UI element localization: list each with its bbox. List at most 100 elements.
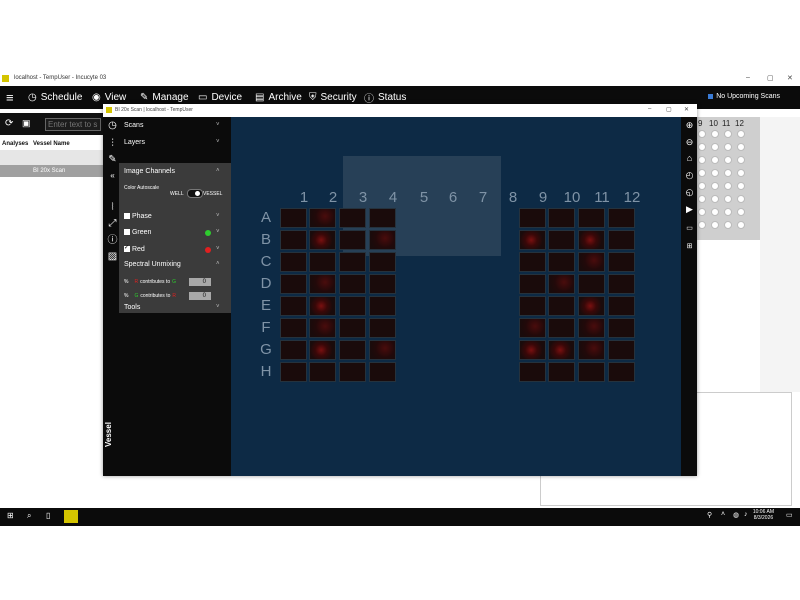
mini-well[interactable] — [698, 169, 706, 177]
mini-well[interactable] — [711, 221, 719, 229]
well-D9[interactable] — [519, 274, 546, 294]
mini-well[interactable] — [724, 130, 732, 138]
well-B4[interactable] — [369, 230, 396, 250]
well-B12[interactable] — [608, 230, 635, 250]
mini-well[interactable] — [737, 156, 745, 164]
close-button[interactable]: ✕ — [787, 74, 793, 82]
well-C2[interactable] — [309, 252, 336, 272]
mini-well[interactable] — [711, 182, 719, 190]
taskbar-search-icon[interactable]: ⌕ — [27, 511, 31, 521]
inner-close-button[interactable]: ✕ — [684, 106, 689, 113]
scale-bar-icon[interactable]: ⊞ — [684, 241, 695, 252]
chevron-down-icon[interactable]: ˅ — [216, 229, 220, 235]
upcoming-scans-status[interactable]: No Upcoming Scans — [708, 93, 780, 100]
chevron-down-icon[interactable]: ˅ — [216, 304, 220, 310]
well-E4[interactable] — [369, 296, 396, 316]
history-back-icon[interactable]: ◵ — [684, 187, 695, 198]
search-input[interactable] — [45, 118, 101, 131]
well-F11[interactable] — [578, 318, 605, 338]
refresh-icon[interactable]: ⟳ — [5, 118, 13, 129]
well-C9[interactable] — [519, 252, 546, 272]
well-B10[interactable] — [548, 230, 575, 250]
mini-well[interactable] — [711, 195, 719, 203]
chevron-up-icon[interactable]: ˄ — [216, 261, 220, 267]
well-G9[interactable] — [519, 340, 546, 360]
mini-well[interactable] — [737, 130, 745, 138]
mini-well[interactable] — [698, 195, 706, 203]
tray-chevron-icon[interactable]: ˄ — [721, 511, 725, 518]
phase-row[interactable]: Phase — [124, 213, 152, 220]
mini-well[interactable] — [698, 156, 706, 164]
well-H12[interactable] — [608, 362, 635, 382]
graph-icon[interactable]: ⦚ — [106, 201, 119, 214]
mini-well[interactable] — [724, 156, 732, 164]
table-row[interactable]: BI 20x Scan — [0, 165, 104, 177]
mini-well[interactable] — [711, 169, 719, 177]
well-E11[interactable] — [578, 296, 605, 316]
well-D3[interactable] — [339, 274, 366, 294]
spectral-unmixing-header[interactable]: Spectral Unmixing — [124, 261, 181, 268]
well-G11[interactable] — [578, 340, 605, 360]
zoom-in-icon[interactable]: ⊕ — [684, 120, 695, 131]
mini-well[interactable] — [698, 221, 706, 229]
well-G12[interactable] — [608, 340, 635, 360]
mini-well[interactable] — [737, 169, 745, 177]
well-A10[interactable] — [548, 208, 575, 228]
well-F9[interactable] — [519, 318, 546, 338]
well-B11[interactable] — [578, 230, 605, 250]
unmix-g-to-r-input[interactable]: 0 — [189, 292, 211, 300]
system-clock[interactable]: 10:06 AM 8/3/2026 — [753, 509, 774, 521]
well-A12[interactable] — [608, 208, 635, 228]
autoscale-toggle[interactable] — [187, 189, 203, 198]
unmix-r-to-g-input[interactable]: 0 — [189, 278, 211, 286]
well-F2[interactable] — [309, 318, 336, 338]
mini-well[interactable] — [724, 195, 732, 203]
well-A2[interactable] — [309, 208, 336, 228]
phase-checkbox[interactable] — [124, 213, 130, 220]
well-A3[interactable] — [339, 208, 366, 228]
mini-well[interactable] — [737, 182, 745, 190]
chevron-down-icon[interactable]: ˅ — [216, 246, 220, 252]
inner-maximize-button[interactable]: ▢ — [666, 106, 672, 113]
scans-section[interactable]: Scans — [124, 122, 143, 129]
well-H3[interactable] — [339, 362, 366, 382]
well-D11[interactable] — [578, 274, 605, 294]
mini-well[interactable] — [724, 143, 732, 151]
start-icon[interactable]: ⊞ — [7, 511, 14, 520]
well-F1[interactable] — [280, 318, 307, 338]
wrench-icon[interactable]: ✎ — [106, 153, 119, 166]
tools-section[interactable]: Tools — [124, 304, 140, 311]
well-D2[interactable] — [309, 274, 336, 294]
mini-well[interactable] — [711, 208, 719, 216]
mini-well[interactable] — [724, 208, 732, 216]
well-D12[interactable] — [608, 274, 635, 294]
mini-well[interactable] — [711, 156, 719, 164]
mini-well[interactable] — [711, 143, 719, 151]
layers-sliders-icon[interactable]: ⫶ — [106, 137, 119, 150]
hamburger-menu-icon[interactable]: ≡ — [6, 86, 14, 109]
ruler-icon[interactable]: ▭ — [684, 223, 695, 234]
well-D4[interactable] — [369, 274, 396, 294]
volume-icon[interactable]: ♪ — [744, 511, 748, 518]
mini-well[interactable] — [698, 130, 706, 138]
well-H2[interactable] — [309, 362, 336, 382]
red-checkbox[interactable] — [124, 246, 130, 253]
image-channels-header[interactable]: Image Channels — [124, 168, 175, 175]
green-color-dot[interactable] — [205, 230, 211, 236]
history-forward-icon[interactable]: ◴ — [684, 170, 695, 181]
play-icon[interactable]: ▶ — [684, 204, 695, 215]
well-B2[interactable] — [309, 230, 336, 250]
mini-well[interactable] — [737, 208, 745, 216]
well-E9[interactable] — [519, 296, 546, 316]
chevron-down-icon[interactable]: ˅ — [216, 122, 220, 128]
well-G2[interactable] — [309, 340, 336, 360]
mini-well[interactable] — [724, 221, 732, 229]
well-H4[interactable] — [369, 362, 396, 382]
well-D1[interactable] — [280, 274, 307, 294]
chevron-down-icon[interactable]: ˅ — [216, 139, 220, 145]
mini-well[interactable] — [698, 143, 706, 151]
mini-well[interactable] — [737, 195, 745, 203]
column-vessel-name[interactable]: Vessel Name — [33, 141, 70, 147]
chevron-up-icon[interactable]: ˄ — [216, 168, 220, 174]
well-A4[interactable] — [369, 208, 396, 228]
